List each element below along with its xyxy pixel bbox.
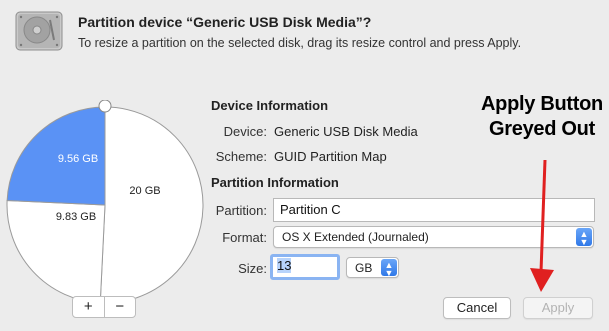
size-label: Size: [238, 261, 267, 276]
resize-handle[interactable] [98, 100, 112, 113]
size-unit-value: GB [355, 261, 373, 275]
remove-partition-button[interactable]: − [103, 297, 136, 317]
dialog-subtitle: To resize a partition on the selected di… [78, 36, 522, 50]
pie-slice[interactable] [99, 106, 204, 304]
partition-dialog: Partition device “Generic USB Disk Media… [0, 0, 609, 331]
size-unit-popup[interactable]: GB ▲ ▼ [346, 257, 399, 278]
annotation-line-2: Greyed Out [489, 118, 595, 140]
annotation-line-1: Apply Button [481, 93, 603, 115]
partition-info-heading: Partition Information [211, 175, 339, 190]
hard-disk-icon [15, 11, 63, 51]
partition-label: Partition: [215, 203, 267, 218]
add-remove-segment: + − [72, 296, 136, 318]
slice-label: 9.83 GB [56, 211, 96, 223]
size-field[interactable]: 13 [270, 254, 340, 280]
partition-pie[interactable]: 9.56 GB 20 GB 9.83 GB [0, 100, 210, 310]
slice-label-selected: 9.56 GB [58, 153, 98, 165]
updown-chevron-icon: ▲ ▼ [576, 228, 592, 247]
device-value: Generic USB Disk Media [274, 124, 418, 139]
scheme-label: Scheme: [215, 149, 267, 164]
device-info-heading: Device Information [211, 98, 329, 113]
red-down-arrow-icon [530, 160, 554, 292]
apply-button[interactable]: Apply [523, 297, 593, 319]
device-label: Device: [223, 124, 267, 139]
cancel-button[interactable]: Cancel [443, 297, 511, 319]
annotation-text: Apply Button Greyed Out [472, 92, 609, 142]
add-partition-button[interactable]: + [73, 297, 104, 317]
size-value: 13 [277, 258, 292, 273]
scheme-value: GUID Partition Map [274, 149, 387, 164]
updown-chevron-icon: ▲ ▼ [381, 259, 397, 278]
slice-label: 20 GB [129, 185, 160, 197]
format-value: OS X Extended (Journaled) [282, 230, 429, 244]
dialog-title: Partition device “Generic USB Disk Media… [78, 14, 372, 30]
format-label: Format: [222, 230, 267, 245]
